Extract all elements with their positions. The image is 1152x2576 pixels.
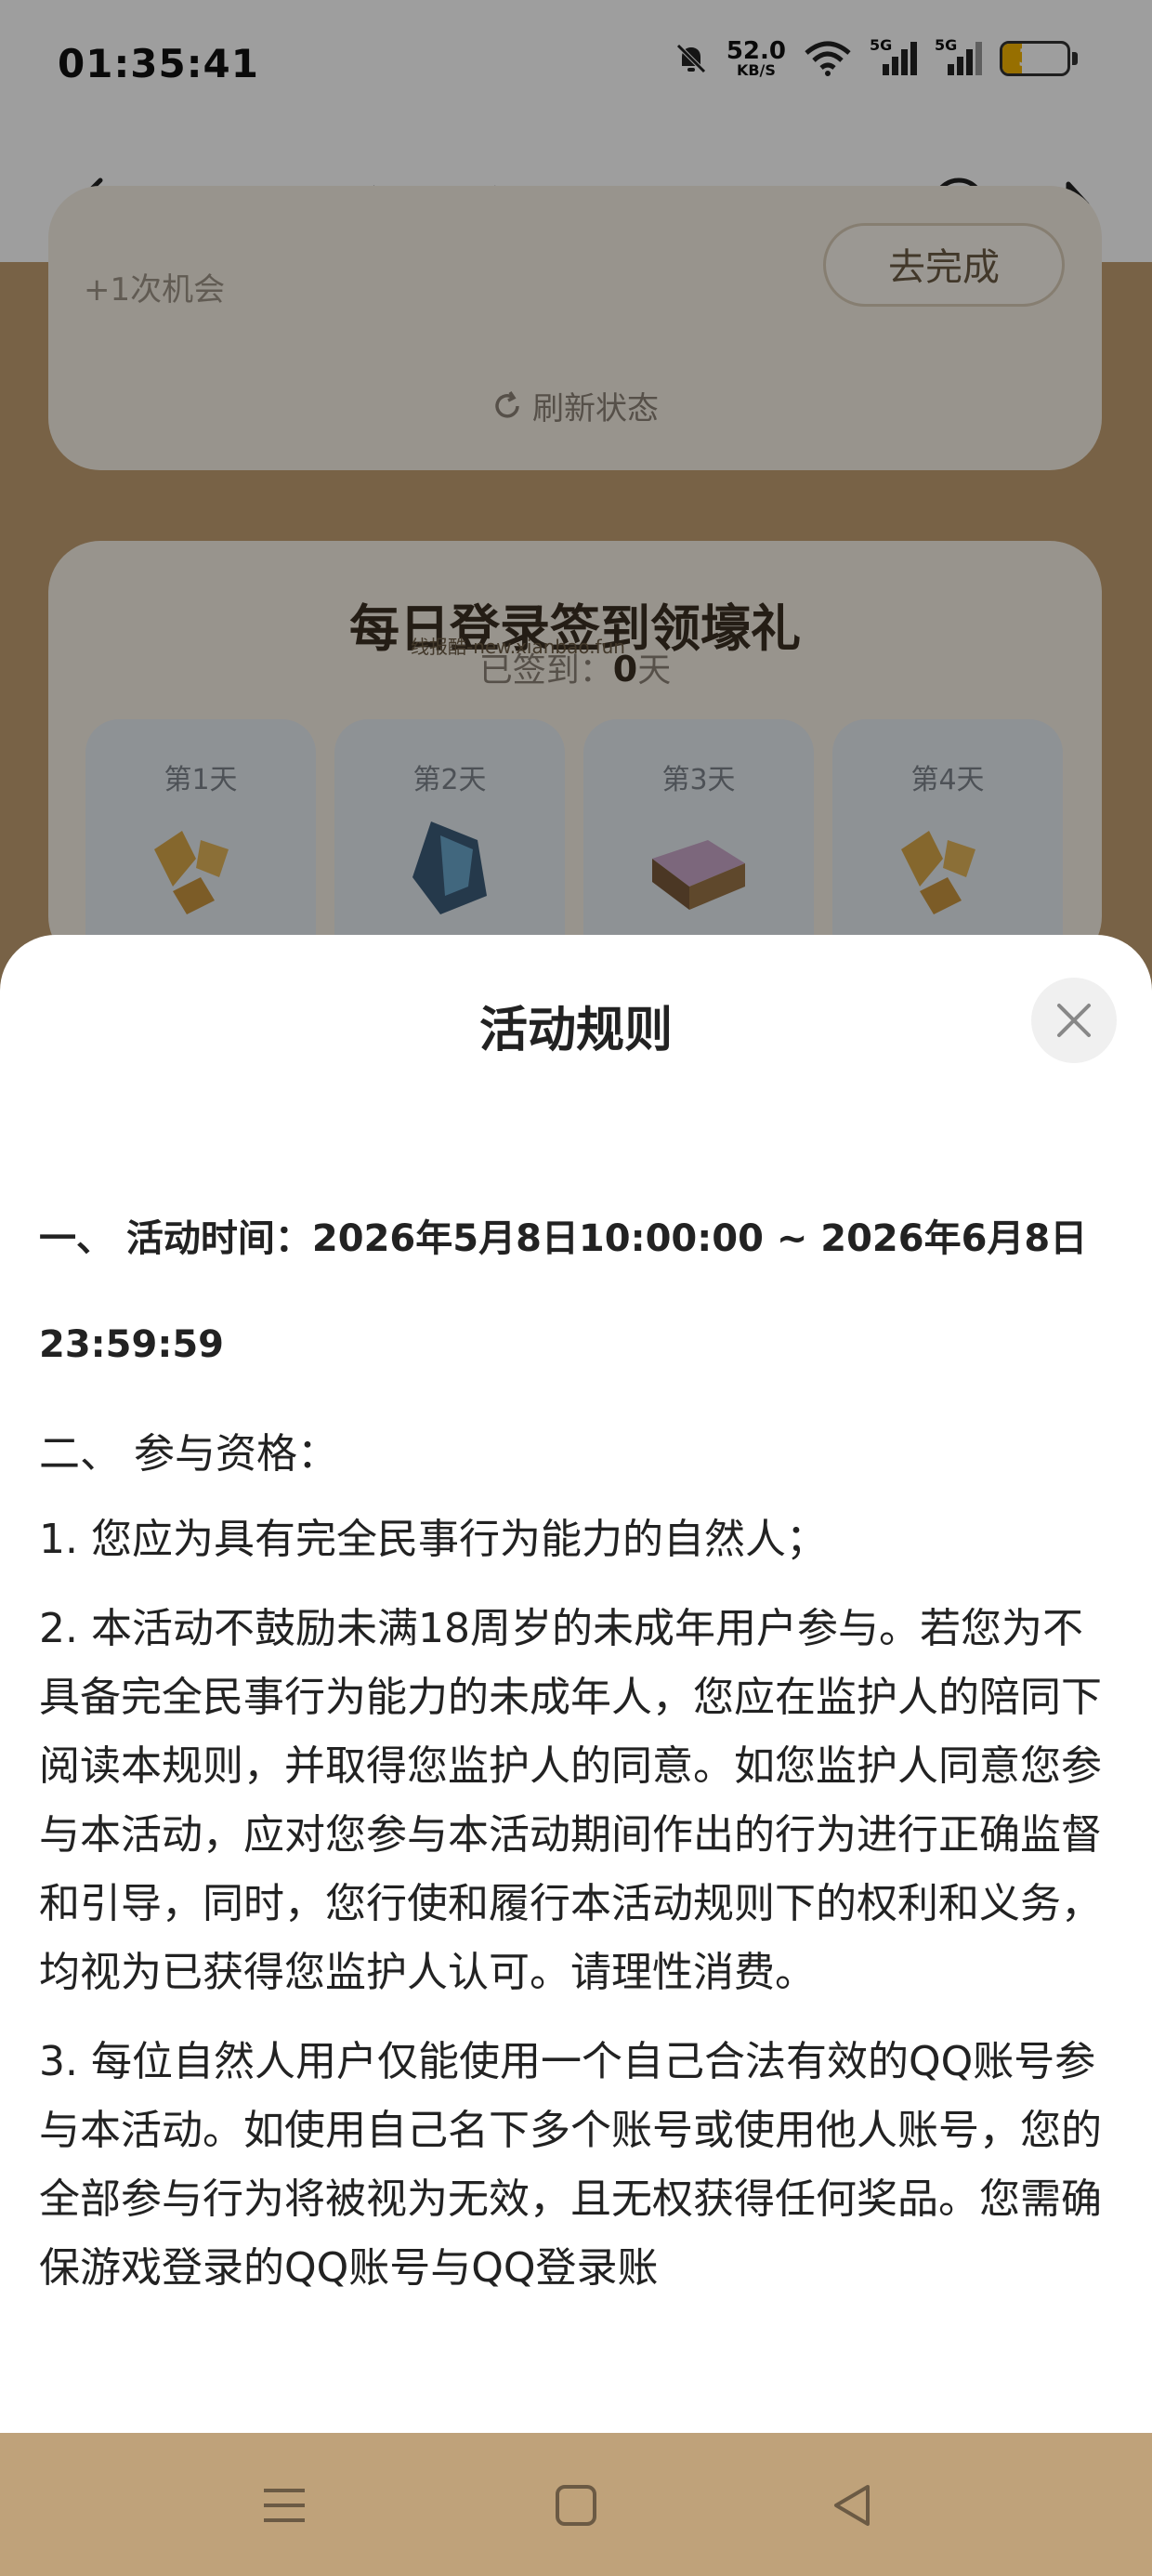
rule-time-heading: 一、 活动时间：2026年5月8日10:00:00 ~ 2026年6月8日: [39, 1217, 1088, 1260]
rules-content[interactable]: 一、 活动时间：2026年5月8日10:00:00 ~ 2026年6月8日 23…: [39, 1186, 1117, 2394]
home-icon[interactable]: [546, 2476, 606, 2535]
system-nav-bar: [0, 2433, 1152, 2576]
rules-modal: 活动规则 一、 活动时间：2026年5月8日10:00:00 ~ 2026年6月…: [0, 935, 1152, 2433]
rule-item: 2. 本活动不鼓励未满18周岁的未成年用户参与。若您为不具备完全民事行为能力的未…: [39, 1605, 1102, 1996]
close-button[interactable]: [1031, 978, 1117, 1063]
rule-item: 1. 您应为具有完全民事行为能力的自然人；: [39, 1516, 827, 1563]
modal-title: 活动规则: [478, 1003, 673, 1058]
rule-time-heading-cont: 23:59:59: [39, 1323, 224, 1366]
close-icon: [1057, 1004, 1091, 1037]
rule-item: 3. 每位自然人用户仅能使用一个自己合法有效的QQ账号参与本活动。如使用自己名下…: [39, 2038, 1102, 2292]
back-triangle-icon[interactable]: [823, 2476, 883, 2535]
menu-icon[interactable]: [255, 2476, 314, 2535]
rule-section-eligibility: 二、 参与资格：: [39, 1430, 338, 1478]
